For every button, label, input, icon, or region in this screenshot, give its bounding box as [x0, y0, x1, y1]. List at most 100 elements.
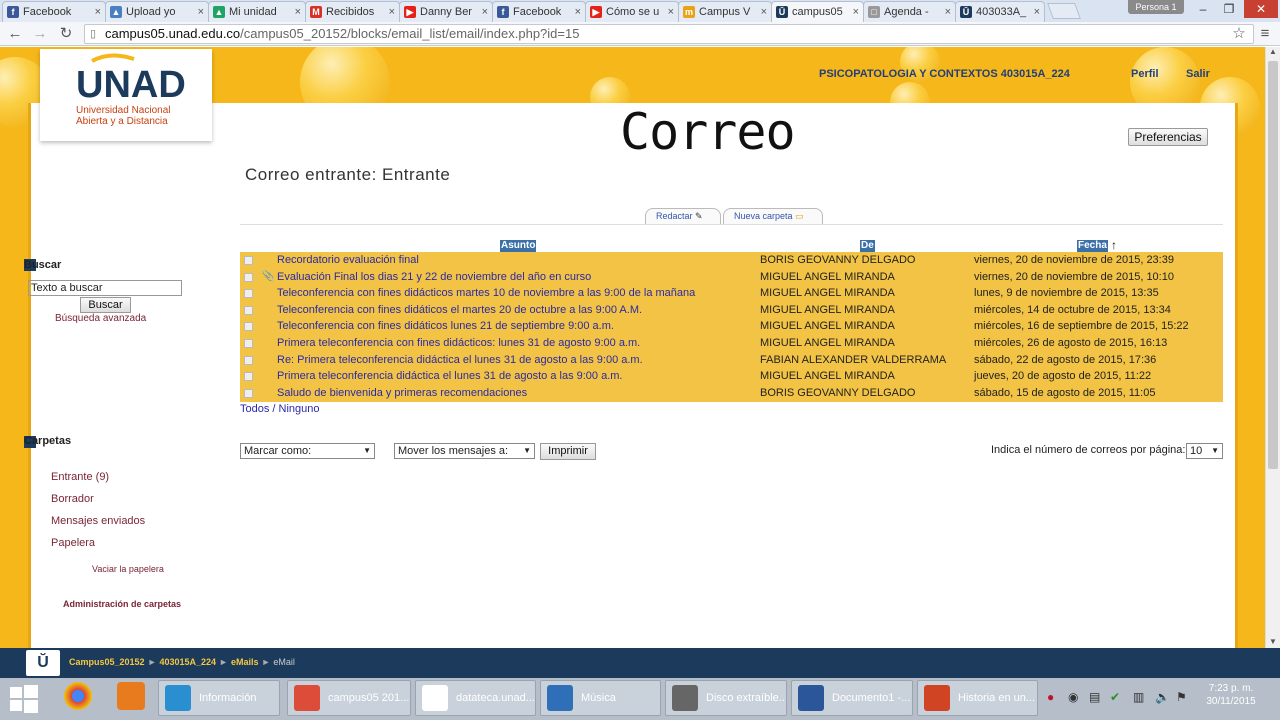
message-checkbox[interactable]	[244, 372, 253, 382]
browser-tab[interactable]: f Facebook ×	[2, 1, 106, 22]
taskbar-window-button[interactable]: Música	[540, 680, 661, 716]
message-row[interactable]: Primera teleconferencia didáctica el lun…	[240, 368, 1223, 385]
per-page-select[interactable]: 10 ▼	[1186, 443, 1223, 459]
select-none-link[interactable]: Ninguno	[279, 403, 320, 415]
profile-link[interactable]: Perfil	[1131, 68, 1159, 80]
advanced-search-link[interactable]: Búsqueda avanzada	[55, 313, 146, 324]
message-subject[interactable]: Teleconferencia con fines didácticos mar…	[277, 285, 695, 301]
browser-tab[interactable]: ▶ Danny Ber ×	[399, 1, 493, 22]
tab-close-icon[interactable]: ×	[761, 6, 767, 18]
browser-tab[interactable]: Ŭ 403033A_ ×	[955, 1, 1045, 22]
tray-icon-battery[interactable]: ▤	[1089, 690, 1100, 704]
message-checkbox[interactable]	[244, 355, 253, 365]
breadcrumb-item[interactable]: Campus05_20152	[69, 657, 145, 667]
minimize-icon[interactable]: –	[1190, 0, 1216, 18]
breadcrumb-item[interactable]: eMails	[231, 657, 259, 667]
message-row[interactable]: Re: Primera teleconferencia didáctica el…	[240, 352, 1223, 369]
tab-close-icon[interactable]: ×	[575, 6, 581, 18]
scrollbar-thumb[interactable]	[1268, 61, 1278, 469]
manage-folders-link[interactable]: Administración de carpetas	[63, 599, 181, 609]
scroll-down-icon[interactable]: ▼	[1269, 637, 1277, 646]
message-subject[interactable]: Evaluación Final los dias 21 y 22 de nov…	[277, 269, 591, 285]
message-row[interactable]: Teleconferencia con fines didáticos el m…	[240, 302, 1223, 319]
select-all-link[interactable]: Todos	[240, 403, 269, 415]
volume-icon[interactable]: 🔈	[1155, 690, 1170, 704]
new-tab-button[interactable]	[1047, 3, 1081, 19]
tray-icon-app[interactable]: ◉	[1068, 690, 1078, 704]
breadcrumb-item[interactable]: 403015A_224	[159, 657, 216, 667]
message-subject[interactable]: Recordatorio evaluación final	[277, 252, 419, 268]
new-folder-tab[interactable]: Nueva carpeta ▭	[723, 208, 823, 224]
logout-link[interactable]: Salir	[1186, 68, 1210, 80]
column-date[interactable]: Fecha	[1077, 240, 1108, 252]
taskbar-window-button[interactable]: datateca.unad...	[415, 680, 536, 716]
compose-tab[interactable]: Redactar ✎	[645, 208, 721, 224]
tab-close-icon[interactable]: ×	[295, 6, 301, 18]
tray-icon-network[interactable]: ▥	[1133, 690, 1144, 704]
folder-sent[interactable]: Mensajes enviados	[51, 515, 145, 527]
restore-icon[interactable]: ❐	[1216, 0, 1242, 18]
system-clock[interactable]: 7:23 p. m. 30/11/2015	[1200, 682, 1262, 708]
browser-tab[interactable]: Ŭcampus05 ×	[771, 1, 864, 22]
message-subject[interactable]: Re: Primera teleconferencia didáctica el…	[277, 352, 643, 368]
url-input[interactable]: ▯ campus05.unad.edu.co/campus05_20152/bl…	[84, 24, 1254, 44]
tab-close-icon[interactable]: ×	[1034, 6, 1040, 18]
message-subject[interactable]: Saludo de bienvenida y primeras recomend…	[277, 385, 527, 401]
chrome-pinned-icon[interactable]	[64, 682, 92, 710]
message-subject[interactable]: Primera teleconferencia con fines didáct…	[277, 335, 640, 351]
start-button[interactable]	[8, 683, 40, 715]
footer-logo-icon[interactable]: Ŭ	[26, 650, 60, 676]
media-player-pinned-icon[interactable]	[117, 682, 145, 710]
message-subject[interactable]: Primera teleconferencia didáctica el lun…	[277, 368, 622, 384]
taskbar-window-button[interactable]: Historia en un...	[917, 680, 1038, 716]
column-from[interactable]: De	[860, 240, 875, 252]
browser-tab[interactable]: M Recibidos ×	[305, 1, 400, 22]
flag-icon[interactable]: ⚑	[1176, 690, 1187, 704]
bookmark-star-icon[interactable]: ☆	[1230, 25, 1248, 43]
preferences-button[interactable]: Preferencias	[1128, 128, 1208, 146]
search-button[interactable]: Buscar	[80, 297, 131, 313]
message-row[interactable]: Saludo de bienvenida y primeras recomend…	[240, 385, 1223, 402]
back-icon[interactable]: ←	[6, 25, 24, 43]
page-info-icon[interactable]: ▯	[90, 25, 96, 43]
tab-close-icon[interactable]: ×	[389, 6, 395, 18]
message-subject[interactable]: Teleconferencia con fines didáticos el m…	[277, 302, 642, 318]
taskbar-window-button[interactable]: Disco extraíble...	[665, 680, 787, 716]
tab-close-icon[interactable]: ×	[95, 6, 101, 18]
forward-icon[interactable]: →	[31, 25, 49, 43]
folder-inbox[interactable]: Entrante (9)	[51, 471, 109, 483]
tray-icon-security[interactable]: ✔	[1110, 690, 1120, 704]
message-row[interactable]: Teleconferencia con fines didácticos mar…	[240, 285, 1223, 302]
message-subject[interactable]: Teleconferencia con fines didáticos lune…	[277, 318, 614, 334]
column-subject[interactable]: Asunto	[500, 240, 537, 252]
menu-icon[interactable]: ≡	[1256, 25, 1274, 43]
course-title[interactable]: PSICOPATOLOGIA Y CONTEXTOS 403015A_224	[819, 68, 1070, 80]
browser-tab[interactable]: m Campus V ×	[678, 1, 772, 22]
folder-trash[interactable]: Papelera	[51, 537, 95, 549]
taskbar-window-button[interactable]: campus05 201...	[287, 680, 411, 716]
search-input[interactable]: Texto a buscar	[28, 280, 182, 296]
vertical-scrollbar[interactable]: ▲ ▼	[1265, 47, 1280, 648]
message-checkbox[interactable]	[244, 289, 253, 299]
message-checkbox[interactable]	[244, 256, 253, 265]
move-to-select[interactable]: Mover los mensajes a: ▼	[394, 443, 535, 459]
browser-tab[interactable]: ▲ Upload yo ×	[105, 1, 209, 22]
print-button[interactable]: Imprimir	[540, 443, 596, 460]
sort-up-arrow-icon[interactable]: ↑	[1111, 238, 1117, 252]
unad-logo[interactable]: UNAD Universidad Nacional Abierta y a Di…	[40, 49, 212, 141]
message-checkbox[interactable]	[244, 322, 253, 332]
tab-close-icon[interactable]: ×	[853, 6, 859, 18]
scroll-up-icon[interactable]: ▲	[1269, 47, 1277, 56]
message-checkbox[interactable]	[244, 388, 253, 398]
message-row[interactable]: Teleconferencia con fines didáticos lune…	[240, 318, 1223, 335]
message-checkbox[interactable]	[244, 305, 253, 315]
profile-badge[interactable]: Persona 1	[1128, 0, 1184, 14]
message-row[interactable]: Primera teleconferencia con fines didáct…	[240, 335, 1223, 352]
reload-icon[interactable]: ↻	[57, 25, 75, 43]
tab-close-icon[interactable]: ×	[668, 6, 674, 18]
taskbar-window-button[interactable]: Información	[158, 680, 280, 716]
tab-close-icon[interactable]: ×	[198, 6, 204, 18]
message-row[interactable]: Recordatorio evaluación final BORIS GEOVA…	[240, 252, 1223, 269]
mark-as-select[interactable]: Marcar como: ▼	[240, 443, 375, 459]
browser-tab[interactable]: □ Agenda - ×	[863, 1, 956, 22]
